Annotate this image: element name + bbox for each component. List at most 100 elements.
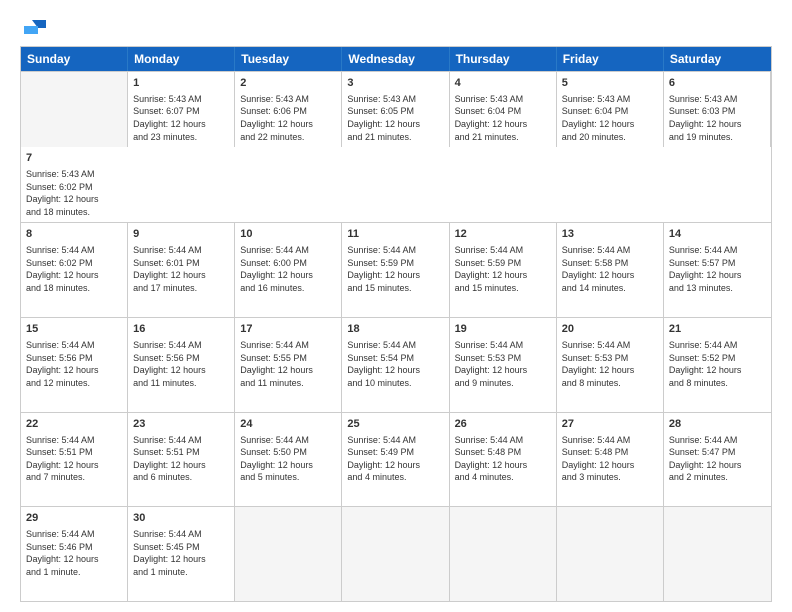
day-number-22: 22 bbox=[26, 417, 122, 432]
day-number-11: 11 bbox=[347, 227, 443, 242]
day-info-30: Sunrise: 5:44 AM Sunset: 5:45 PM Dayligh… bbox=[133, 528, 229, 578]
day-12: 12 Sunrise: 5:44 AM Sunset: 5:59 PM Dayli… bbox=[450, 223, 557, 317]
day-18: 18 Sunrise: 5:44 AM Sunset: 5:54 PM Dayli… bbox=[342, 318, 449, 412]
calendar-row-4: 29 Sunrise: 5:44 AM Sunset: 5:46 PM Dayli… bbox=[21, 506, 771, 601]
empty-cell-4-5 bbox=[557, 507, 664, 601]
empty-cell-0-0 bbox=[21, 72, 128, 147]
day-info-19: Sunrise: 5:44 AM Sunset: 5:53 PM Dayligh… bbox=[455, 339, 551, 389]
day-2: 2Sunrise: 5:43 AM Sunset: 6:06 PM Daylig… bbox=[235, 72, 342, 147]
day-info-29: Sunrise: 5:44 AM Sunset: 5:46 PM Dayligh… bbox=[26, 528, 122, 578]
day-19: 19 Sunrise: 5:44 AM Sunset: 5:53 PM Dayli… bbox=[450, 318, 557, 412]
day-14: 14 Sunrise: 5:44 AM Sunset: 5:57 PM Dayli… bbox=[664, 223, 771, 317]
day-info-26: Sunrise: 5:44 AM Sunset: 5:48 PM Dayligh… bbox=[455, 434, 551, 484]
day-info-24: Sunrise: 5:44 AM Sunset: 5:50 PM Dayligh… bbox=[240, 434, 336, 484]
day-info-27: Sunrise: 5:44 AM Sunset: 5:48 PM Dayligh… bbox=[562, 434, 658, 484]
day-number-14: 14 bbox=[669, 227, 766, 242]
day-10: 10Sunrise: 5:44 AM Sunset: 6:00 PM Dayli… bbox=[235, 223, 342, 317]
day-number-16: 16 bbox=[133, 322, 229, 337]
day-17: 17 Sunrise: 5:44 AM Sunset: 5:55 PM Dayli… bbox=[235, 318, 342, 412]
day-number-9: 9 bbox=[133, 227, 229, 242]
day-info-21: Sunrise: 5:44 AM Sunset: 5:52 PM Dayligh… bbox=[669, 339, 766, 389]
header bbox=[20, 18, 772, 36]
empty-cell-4-2 bbox=[235, 507, 342, 601]
day-24: 24 Sunrise: 5:44 AM Sunset: 5:50 PM Dayli… bbox=[235, 413, 342, 507]
day-info-15: Sunrise: 5:44 AM Sunset: 5:56 PM Dayligh… bbox=[26, 339, 122, 389]
day-info-3: Sunrise: 5:43 AM Sunset: 6:05 PM Dayligh… bbox=[347, 93, 443, 143]
day-number-24: 24 bbox=[240, 417, 336, 432]
day-number-3: 3 bbox=[347, 76, 443, 91]
day-number-25: 25 bbox=[347, 417, 443, 432]
header-sunday: Sunday bbox=[21, 47, 128, 71]
day-info-6: Sunrise: 5:43 AM Sunset: 6:03 PM Dayligh… bbox=[669, 93, 765, 143]
day-number-28: 28 bbox=[669, 417, 766, 432]
day-number-1: 1 bbox=[133, 76, 229, 91]
day-number-30: 30 bbox=[133, 511, 229, 526]
header-tuesday: Tuesday bbox=[235, 47, 342, 71]
day-info-7: Sunrise: 5:43 AM Sunset: 6:02 PM Dayligh… bbox=[26, 168, 123, 218]
day-info-4: Sunrise: 5:43 AM Sunset: 6:04 PM Dayligh… bbox=[455, 93, 551, 143]
day-number-4: 4 bbox=[455, 76, 551, 91]
day-info-10: Sunrise: 5:44 AM Sunset: 6:00 PM Dayligh… bbox=[240, 244, 336, 294]
header-thursday: Thursday bbox=[450, 47, 557, 71]
day-info-28: Sunrise: 5:44 AM Sunset: 5:47 PM Dayligh… bbox=[669, 434, 766, 484]
day-info-11: Sunrise: 5:44 AM Sunset: 5:59 PM Dayligh… bbox=[347, 244, 443, 294]
day-number-29: 29 bbox=[26, 511, 122, 526]
day-info-17: Sunrise: 5:44 AM Sunset: 5:55 PM Dayligh… bbox=[240, 339, 336, 389]
day-9: 9 Sunrise: 5:44 AM Sunset: 6:01 PM Daylig… bbox=[128, 223, 235, 317]
day-20: 20Sunrise: 5:44 AM Sunset: 5:53 PM Dayli… bbox=[557, 318, 664, 412]
calendar-row-1: 8 Sunrise: 5:44 AM Sunset: 6:02 PM Daylig… bbox=[21, 222, 771, 317]
calendar: Sunday Monday Tuesday Wednesday Thursday… bbox=[20, 46, 772, 602]
empty-cell-4-4 bbox=[450, 507, 557, 601]
day-info-12: Sunrise: 5:44 AM Sunset: 5:59 PM Dayligh… bbox=[455, 244, 551, 294]
day-22: 22 Sunrise: 5:44 AM Sunset: 5:51 PM Dayli… bbox=[21, 413, 128, 507]
empty-cell-4-3 bbox=[342, 507, 449, 601]
day-info-9: Sunrise: 5:44 AM Sunset: 6:01 PM Dayligh… bbox=[133, 244, 229, 294]
day-number-6: 6 bbox=[669, 76, 765, 91]
page: Sunday Monday Tuesday Wednesday Thursday… bbox=[0, 0, 792, 612]
day-8: 8 Sunrise: 5:44 AM Sunset: 6:02 PM Daylig… bbox=[21, 223, 128, 317]
day-info-8: Sunrise: 5:44 AM Sunset: 6:02 PM Dayligh… bbox=[26, 244, 122, 294]
day-6: 6 Sunrise: 5:43 AM Sunset: 6:03 PM Daylig… bbox=[664, 72, 771, 147]
header-wednesday: Wednesday bbox=[342, 47, 449, 71]
day-15: 15 Sunrise: 5:44 AM Sunset: 5:56 PM Dayli… bbox=[21, 318, 128, 412]
day-info-13: Sunrise: 5:44 AM Sunset: 5:58 PM Dayligh… bbox=[562, 244, 658, 294]
day-23: 23 Sunrise: 5:44 AM Sunset: 5:51 PM Dayli… bbox=[128, 413, 235, 507]
day-number-27: 27 bbox=[562, 417, 658, 432]
header-friday: Friday bbox=[557, 47, 664, 71]
day-number-15: 15 bbox=[26, 322, 122, 337]
day-number-18: 18 bbox=[347, 322, 443, 337]
day-info-22: Sunrise: 5:44 AM Sunset: 5:51 PM Dayligh… bbox=[26, 434, 122, 484]
day-number-8: 8 bbox=[26, 227, 122, 242]
day-number-12: 12 bbox=[455, 227, 551, 242]
logo-icon bbox=[24, 18, 46, 36]
calendar-row-0: 1 Sunrise: 5:43 AM Sunset: 6:07 PM Daylig… bbox=[21, 71, 771, 222]
day-info-5: Sunrise: 5:43 AM Sunset: 6:04 PM Dayligh… bbox=[562, 93, 658, 143]
day-28: 28 Sunrise: 5:44 AM Sunset: 5:47 PM Dayli… bbox=[664, 413, 771, 507]
day-number-19: 19 bbox=[455, 322, 551, 337]
day-info-18: Sunrise: 5:44 AM Sunset: 5:54 PM Dayligh… bbox=[347, 339, 443, 389]
calendar-header: Sunday Monday Tuesday Wednesday Thursday… bbox=[21, 47, 771, 71]
day-number-5: 5 bbox=[562, 76, 658, 91]
day-1: 1 Sunrise: 5:43 AM Sunset: 6:07 PM Daylig… bbox=[128, 72, 235, 147]
day-info-14: Sunrise: 5:44 AM Sunset: 5:57 PM Dayligh… bbox=[669, 244, 766, 294]
logo-text bbox=[20, 18, 48, 36]
day-3: 3 Sunrise: 5:43 AM Sunset: 6:05 PM Daylig… bbox=[342, 72, 449, 147]
day-info-23: Sunrise: 5:44 AM Sunset: 5:51 PM Dayligh… bbox=[133, 434, 229, 484]
day-5: 5 Sunrise: 5:43 AM Sunset: 6:04 PM Daylig… bbox=[557, 72, 664, 147]
day-info-2: Sunrise: 5:43 AM Sunset: 6:06 PM Dayligh… bbox=[240, 93, 336, 143]
calendar-row-3: 22 Sunrise: 5:44 AM Sunset: 5:51 PM Dayli… bbox=[21, 412, 771, 507]
day-11: 11 Sunrise: 5:44 AM Sunset: 5:59 PM Dayli… bbox=[342, 223, 449, 317]
day-number-26: 26 bbox=[455, 417, 551, 432]
calendar-row-2: 15 Sunrise: 5:44 AM Sunset: 5:56 PM Dayli… bbox=[21, 317, 771, 412]
calendar-body: 1 Sunrise: 5:43 AM Sunset: 6:07 PM Daylig… bbox=[21, 71, 771, 601]
day-26: 26 Sunrise: 5:44 AM Sunset: 5:48 PM Dayli… bbox=[450, 413, 557, 507]
empty-cell-4-6 bbox=[664, 507, 771, 601]
day-number-7: 7 bbox=[26, 151, 123, 166]
day-number-13: 13 bbox=[562, 227, 658, 242]
day-number-17: 17 bbox=[240, 322, 336, 337]
day-number-23: 23 bbox=[133, 417, 229, 432]
logo bbox=[20, 18, 48, 36]
day-number-20: 20 bbox=[562, 322, 658, 337]
day-7: 7 Sunrise: 5:43 AM Sunset: 6:02 PM Daylig… bbox=[21, 147, 128, 222]
day-info-1: Sunrise: 5:43 AM Sunset: 6:07 PM Dayligh… bbox=[133, 93, 229, 143]
